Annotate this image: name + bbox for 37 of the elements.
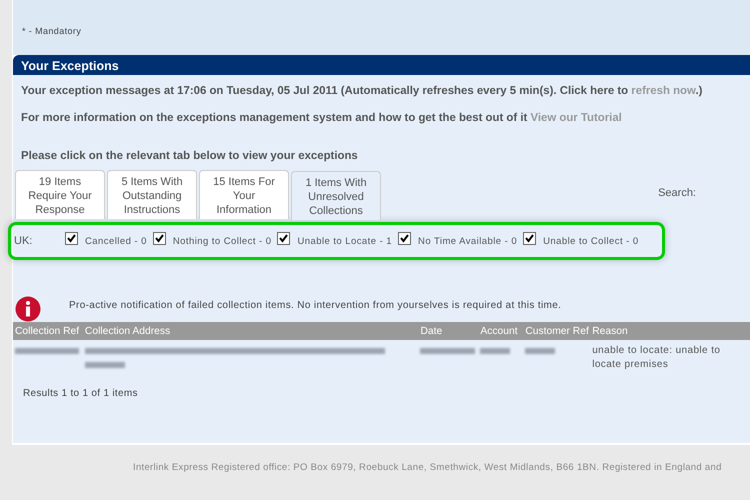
checkbox[interactable]	[398, 232, 412, 244]
column-header: Collection Ref	[14, 326, 80, 336]
tab[interactable]: 15 Items For Your Information	[199, 170, 289, 219]
column-header: Reason	[591, 326, 629, 336]
table-cell: unable to locate: unable to locate premises	[592, 345, 720, 370]
filter-label: UK:	[14, 235, 34, 247]
instruction-text: Please click on the relevant tab below to view your exceptions	[21, 150, 358, 162]
checkbox-label: Nothing to Collect - 0	[172, 236, 272, 246]
message-text: Your exception messages at 17:06 on Tuesday, 05 Jul 2011 (Automatically refreshes every 5 min(s). Click here to refresh now.)	[20, 84, 704, 97]
checkbox-label: Unable to Collect - 0	[543, 236, 639, 246]
checkbox[interactable]	[152, 232, 166, 244]
footer-text: Interlink Express Registered office: PO Box 6979, Roebuck Lane, Smethwick, West Midlands, B66 1BN. Registered in England and	[132, 461, 723, 473]
search-label: Search:	[658, 187, 696, 199]
blurred-text	[84, 362, 125, 368]
blurred-text	[15, 348, 79, 354]
column-header: Account	[479, 326, 519, 336]
mandatory-note: * - Mandatory	[22, 26, 82, 36]
section-header: Your Exceptions	[13, 55, 750, 75]
checkbox[interactable]	[523, 232, 536, 244]
tab[interactable]: 1 Items With Unresolved Collections	[291, 171, 381, 220]
blurred-text	[525, 348, 556, 354]
message-text: For more information on the exceptions management system and how to get the best out of it View our Tutorial	[20, 111, 623, 124]
blurred-text	[420, 348, 476, 354]
checkbox[interactable]	[65, 232, 78, 244]
column-header: Collection Address	[84, 326, 172, 336]
checkbox[interactable]	[277, 232, 290, 244]
tab[interactable]: 19 Items Require Your Response	[15, 170, 105, 219]
notice-text: Pro-active notification of failed collection items. No intervention from yourselves is required at this time.	[69, 300, 562, 310]
results-text: Results 1 to 1 of 1 items	[22, 387, 139, 399]
tab[interactable]: 5 Items With Outstanding Instructions	[107, 170, 197, 219]
column-header: Customer Ref	[524, 326, 590, 336]
blurred-text	[480, 348, 510, 354]
checkbox-label: No Time Available - 0	[418, 236, 518, 246]
column-header: Date	[419, 326, 444, 336]
info-icon	[15, 296, 41, 322]
checkbox-label: Unable to Locate - 1	[297, 236, 392, 246]
checkbox-label: Cancelled - 0	[85, 236, 147, 246]
